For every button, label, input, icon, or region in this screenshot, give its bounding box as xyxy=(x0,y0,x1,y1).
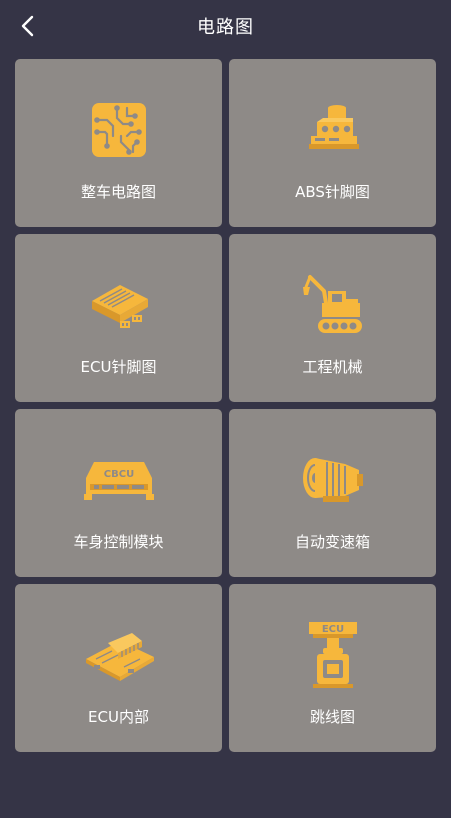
card-ecu-pinout[interactable]: ECU针脚图 xyxy=(15,234,222,402)
card-ecu-internal[interactable]: ECU内部 xyxy=(15,584,222,752)
card-label: 工程机械 xyxy=(302,358,363,376)
ecu-module-icon xyxy=(91,285,148,328)
circuit-board-icon xyxy=(91,103,146,157)
card-construction-machinery[interactable]: 工程机械 xyxy=(229,234,436,402)
card-jumper-diagram[interactable]: ECU 跳线图 xyxy=(229,584,436,752)
app-screen: 电路图 整车电路图 ABS针脚图 ECU针脚图 工程机械 CBCU 车身控制模块… xyxy=(0,0,451,818)
card-automatic-transmission[interactable]: 自动变速箱 xyxy=(229,409,436,577)
card-label: ECU针脚图 xyxy=(80,358,157,376)
page-title: 电路图 xyxy=(197,17,254,38)
card-vehicle-circuit[interactable]: 整车电路图 xyxy=(15,59,222,227)
cbcu-module-icon: CBCU xyxy=(83,462,154,500)
card-label: ABS针脚图 xyxy=(295,183,370,201)
card-body-control-module[interactable]: CBCU 车身控制模块 xyxy=(15,409,222,577)
card-label: 车身控制模块 xyxy=(73,533,164,551)
card-label: 自动变速箱 xyxy=(294,533,370,551)
ecu-jumper-cable-icon: ECU xyxy=(308,622,357,688)
svg-text:CBCU: CBCU xyxy=(103,469,133,480)
card-label: 整车电路图 xyxy=(80,183,156,201)
ecu-internal-board-icon xyxy=(85,633,154,681)
excavator-icon xyxy=(302,275,362,333)
abs-module-icon xyxy=(308,105,359,149)
card-abs-pinout[interactable]: ABS针脚图 xyxy=(229,59,436,227)
svg-text:ECU: ECU xyxy=(321,624,343,635)
category-grid: 整车电路图 ABS针脚图 ECU针脚图 工程机械 CBCU 车身控制模块 自动变… xyxy=(15,59,436,752)
top-bar: 电路图 xyxy=(0,0,451,52)
transmission-icon xyxy=(302,458,363,502)
card-label: ECU内部 xyxy=(88,708,149,726)
card-label: 跳线图 xyxy=(309,708,355,726)
